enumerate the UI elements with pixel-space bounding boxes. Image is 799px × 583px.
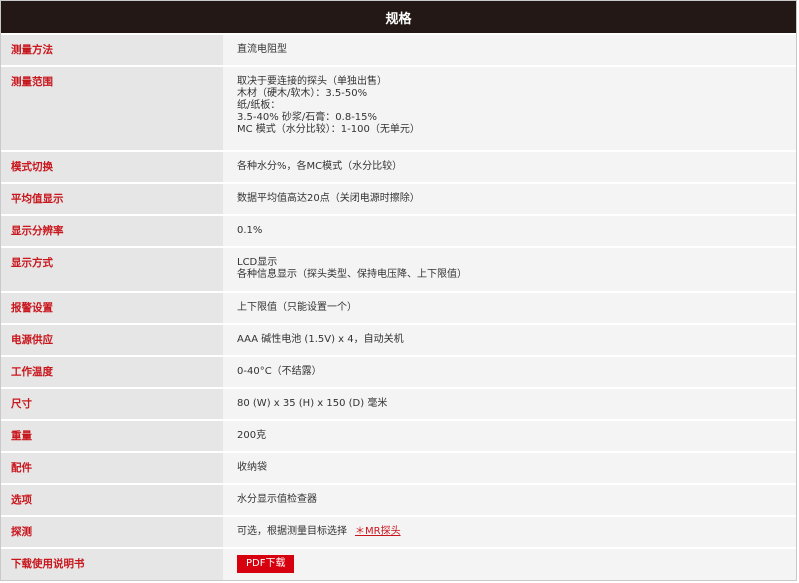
spec-rows: 测量方法 直流电阻型 测量范围 取决于要连接的探头（单独出售） 木材（硬木/软木）：3.…: [1, 33, 796, 580]
spec-row-power-supply: 电源供应 AAA 碱性电池 (1.5V) x 4，自动关机: [1, 323, 796, 355]
spec-value-line: 收纳袋: [237, 462, 267, 473]
spec-value-line: 木材（硬木/软木）：3.5-50%: [237, 88, 368, 99]
spec-value: 水分显示值检查器: [223, 485, 796, 515]
spec-row-operating-temp: 工作温度 0-40°C（不结露）: [1, 355, 796, 387]
spec-value-line: 各种水分%，各MC模式（水分比较）: [237, 161, 403, 172]
spec-row-weight: 重量 200克: [1, 419, 796, 451]
spec-row-display-mode: 显示方式 LCD显示 各种信息显示（探头类型、保持电压降、上下限值）: [1, 246, 796, 291]
spec-value: 各种水分%，各MC模式（水分比较）: [223, 152, 796, 182]
spec-label: 配件: [1, 453, 223, 483]
spec-label: 探测: [1, 517, 223, 547]
spec-value-line: AAA 碱性电池 (1.5V) x 4，自动关机: [237, 334, 404, 345]
spec-value-line: 0.1%: [237, 225, 263, 236]
spec-label: 测量范围: [1, 67, 223, 150]
spec-value-line: 纸/纸板：: [237, 100, 281, 111]
spec-label: 工作温度: [1, 357, 223, 387]
spec-label: 电源供应: [1, 325, 223, 355]
spec-label: 下载使用说明书: [1, 549, 223, 580]
spec-table: 规格 测量方法 直流电阻型 测量范围 取决于要连接的探头（单独出售） 木材（硬木/软木）…: [0, 0, 797, 581]
spec-value-line: 80 (W) x 35 (H) x 150 (D) 毫米: [237, 398, 388, 409]
spec-label: 测量方法: [1, 35, 223, 65]
spec-label: 显示方式: [1, 248, 223, 291]
spec-row-accessories: 配件 收纳袋: [1, 451, 796, 483]
spec-value-line: 直流电阻型: [237, 44, 287, 55]
spec-label: 重量: [1, 421, 223, 451]
spec-row-dimensions: 尺寸 80 (W) x 35 (H) x 150 (D) 毫米: [1, 387, 796, 419]
spec-table-header: 规格: [1, 1, 796, 33]
spec-value-line: 水分显示值检查器: [237, 494, 317, 505]
spec-row-options: 选项 水分显示值检查器: [1, 483, 796, 515]
spec-label: 尺寸: [1, 389, 223, 419]
spec-value-line: 取决于要连接的探头（单独出售）: [237, 76, 387, 87]
spec-label: 报警设置: [1, 293, 223, 323]
spec-value: 上下限值（只能设置一个）: [223, 293, 796, 323]
spec-label: 显示分辨率: [1, 216, 223, 246]
table-title: 规格: [385, 11, 412, 27]
spec-value: AAA 碱性电池 (1.5V) x 4，自动关机: [223, 325, 796, 355]
mr-probe-link[interactable]: ＊MR探头: [355, 526, 401, 537]
spec-value-line: 数据平均值高达20点（关闭电源时擦除）: [237, 193, 420, 204]
spec-row-average-display: 平均值显示 数据平均值高达20点（关闭电源时擦除）: [1, 182, 796, 214]
pdf-download-button[interactable]: PDF下载: [237, 555, 295, 573]
spec-value-line: 3.5-40% 砂浆/石膏：0.8-15%: [237, 112, 378, 123]
spec-value-line: 200克: [237, 430, 267, 441]
spec-value-line: 0-40°C（不结露）: [237, 366, 322, 377]
spec-row-manual-download: 下载使用说明书 PDF下载: [1, 547, 796, 580]
spec-value: 200克: [223, 421, 796, 451]
spec-value-line: 上下限值（只能设置一个）: [237, 302, 357, 313]
spec-value-line: MC 模式（水分比较）：1-100（无单元）: [237, 124, 420, 135]
spec-row-display-resolution: 显示分辨率 0.1%: [1, 214, 796, 246]
spec-value: PDF下载: [223, 549, 796, 580]
spec-value: 数据平均值高达20点（关闭电源时擦除）: [223, 184, 796, 214]
spec-label: 选项: [1, 485, 223, 515]
spec-row-mode-switch: 模式切换 各种水分%，各MC模式（水分比较）: [1, 150, 796, 182]
spec-value: 可选，根据测量目标选择 ＊MR探头: [223, 517, 796, 547]
spec-value: 直流电阻型: [223, 35, 796, 65]
spec-value: 0.1%: [223, 216, 796, 246]
spec-value-line: 可选，根据测量目标选择: [237, 526, 347, 537]
spec-value: 80 (W) x 35 (H) x 150 (D) 毫米: [223, 389, 796, 419]
spec-row-measurement-range: 测量范围 取决于要连接的探头（单独出售） 木材（硬木/软木）：3.5-50% 纸/纸板…: [1, 65, 796, 150]
spec-value: 取决于要连接的探头（单独出售） 木材（硬木/软木）：3.5-50% 纸/纸板： 3.5…: [223, 67, 796, 150]
spec-value-line: LCD显示: [237, 257, 278, 268]
spec-value-line: 各种信息显示（探头类型、保持电压降、上下限值）: [237, 269, 467, 280]
spec-row-probe: 探测 可选，根据测量目标选择 ＊MR探头: [1, 515, 796, 547]
spec-label: 平均值显示: [1, 184, 223, 214]
spec-label: 模式切换: [1, 152, 223, 182]
spec-value: 0-40°C（不结露）: [223, 357, 796, 387]
spec-value: LCD显示 各种信息显示（探头类型、保持电压降、上下限值）: [223, 248, 796, 291]
spec-row-measurement-method: 测量方法 直流电阻型: [1, 33, 796, 65]
spec-value: 收纳袋: [223, 453, 796, 483]
spec-row-alarm-setting: 报警设置 上下限值（只能设置一个）: [1, 291, 796, 323]
